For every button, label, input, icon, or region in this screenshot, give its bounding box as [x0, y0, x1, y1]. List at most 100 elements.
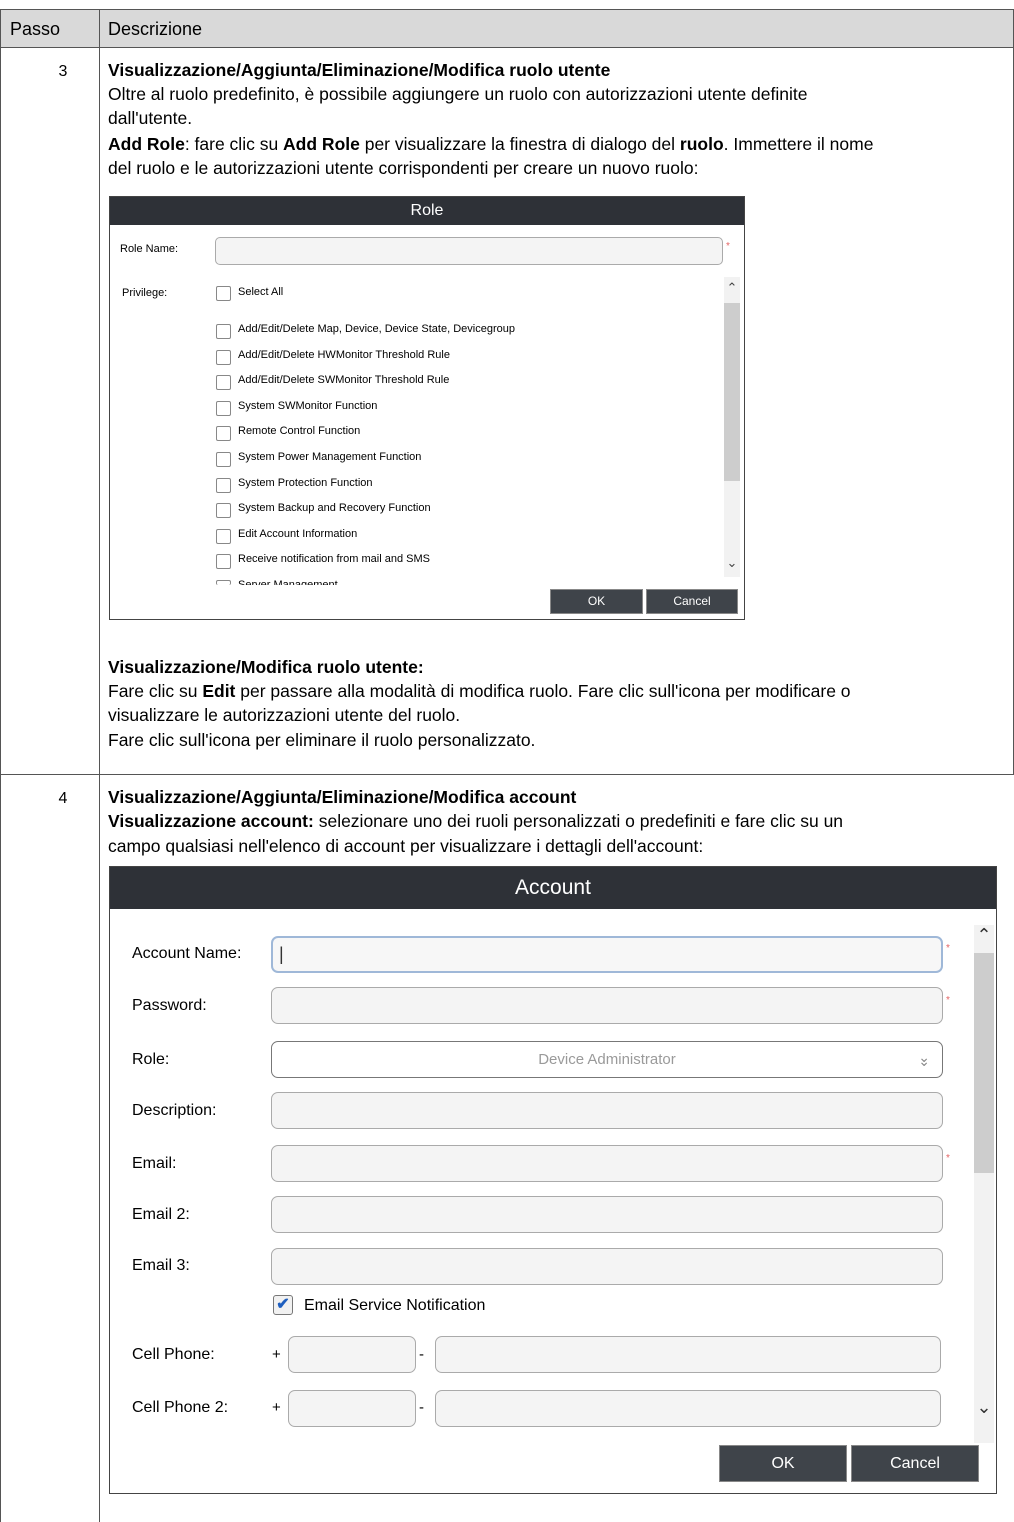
role-label: Role: [132, 1051, 170, 1068]
email2-label: Email 2: [132, 1206, 190, 1223]
view-account-term: Visualizzazione account: [108, 811, 314, 831]
edit-term: Edit [202, 681, 236, 701]
privilege-label: Add/Edit/Delete Map, Device, Device Stat… [238, 323, 515, 335]
add-role-term: Add Role [108, 134, 185, 154]
row3-line1: Oltre al ruolo predefinito, è possibile … [108, 84, 808, 104]
view-line1: Fare clic su Edit per passare alla modal… [108, 680, 851, 703]
cell-phone-dash: - [419, 1346, 424, 1363]
view-line3: Fare clic sull'icona per eliminare il ru… [108, 730, 536, 750]
cell-phone2-label: Cell Phone 2: [132, 1399, 229, 1416]
view-line1-c: per passare alla modalità di modifica ru… [235, 681, 851, 701]
email2-input[interactable] [271, 1196, 943, 1233]
privilege-label: Privilege: [122, 287, 168, 299]
privilege-checkbox[interactable] [216, 554, 231, 569]
column-divider [99, 9, 100, 1522]
add-role-text3: per visualizzare la finestra di dialogo … [359, 134, 680, 154]
privilege-checkbox[interactable] [216, 350, 231, 365]
text-cursor: | [279, 944, 284, 964]
cell-phone-label: Cell Phone: [132, 1346, 215, 1363]
view-line1-a: Fare clic su [108, 681, 203, 701]
step-number-4: 4 [58, 790, 68, 807]
header-step: Passo [10, 19, 61, 39]
privilege-label: Remote Control Function [238, 425, 361, 437]
role-select[interactable]: Device Administrator ⌄ ⌄ [271, 1041, 943, 1078]
role-ok-button[interactable]: OK [550, 589, 643, 614]
account-name-required-mark: * [946, 943, 950, 954]
role-dialog-title: Role [110, 197, 744, 225]
privilege-checkbox[interactable] [216, 375, 231, 390]
account-name-label: Account Name: [132, 945, 242, 962]
role-name-input[interactable] [215, 237, 723, 265]
account-ok-button[interactable]: OK [719, 1445, 847, 1482]
privilege-label: Receive notification from mail and SMS [238, 553, 430, 565]
row3-line2: dall'utente. [108, 108, 193, 128]
email3-label: Email 3: [132, 1257, 190, 1274]
email-required-mark: * [946, 1153, 950, 1164]
select-all-label: Select All [238, 286, 284, 298]
role-dialog: Role Role Name: * Privilege: Select All … [109, 196, 745, 620]
email-service-notification-label: Email Service Notification [304, 1297, 486, 1314]
password-required-mark: * [946, 995, 950, 1006]
email-label: Email: [132, 1155, 177, 1172]
cell-phone2-dash: - [419, 1399, 424, 1416]
privilege-label: Edit Account Information [238, 528, 358, 540]
view-edit-title: Visualizzazione/Modifica ruolo utente: [108, 657, 424, 677]
role-scrollbar[interactable] [724, 277, 740, 577]
description-input[interactable] [271, 1092, 943, 1129]
role-scrollbar-thumb[interactable] [724, 303, 740, 481]
table-border-left-body [0, 46, 1, 1522]
privilege-checkbox[interactable] [216, 529, 231, 544]
privilege-checkbox[interactable] [216, 478, 231, 493]
cell-phone-number-input[interactable] [435, 1336, 941, 1373]
add-role-text2: Add Role [283, 134, 360, 154]
cell-phone-plus: + [272, 1346, 281, 1363]
role-name-label: Role Name: [120, 243, 179, 255]
scroll-down-icon[interactable]: ⌄ [724, 555, 740, 571]
view-line2: visualizzare le autorizzazioni utente de… [108, 705, 461, 725]
header-description: Descrizione [108, 19, 203, 39]
privilege-label: System Protection Function [238, 477, 373, 489]
table-border-left [0, 9, 1, 47]
select-all-checkbox[interactable] [216, 286, 231, 301]
double-chevron-down-icon-lower: ⌄ [918, 1053, 930, 1069]
account-scroll-up-icon[interactable]: ⌃ [974, 925, 994, 946]
row4-line1-text: selezionare uno dei ruoli personalizzati… [313, 811, 844, 831]
privilege-checkbox[interactable] [216, 503, 231, 518]
account-cancel-button[interactable]: Cancel [851, 1445, 979, 1482]
account-scrollbar[interactable] [974, 925, 994, 1443]
email-input[interactable] [271, 1145, 943, 1182]
description-label: Description: [132, 1102, 217, 1119]
email3-input[interactable] [271, 1248, 943, 1285]
password-input[interactable] [271, 987, 943, 1024]
row4-line2: campo qualsiasi nell'elenco di account p… [108, 836, 704, 856]
cell-phone2-country-code-input[interactable] [288, 1390, 416, 1427]
account-dialog-title: Account [110, 867, 996, 909]
cell-phone2-number-input[interactable] [435, 1390, 941, 1427]
privilege-label: Server Management [238, 579, 338, 585]
account-name-input[interactable]: | [271, 936, 943, 973]
email-service-notification-checkbox[interactable]: ✔ [273, 1295, 293, 1315]
row4-line1: Visualizzazione account: selezionare uno… [108, 810, 843, 833]
cell-phone-country-code-input[interactable] [288, 1336, 416, 1373]
step-number-3: 3 [58, 63, 68, 80]
privilege-checkbox[interactable] [216, 580, 231, 585]
row3-add-role-line: Add Role: fare clic su Add Role per visu… [108, 133, 873, 156]
add-role-text4: ruolo [679, 134, 724, 154]
privilege-label: System Power Management Function [238, 451, 422, 463]
account-dialog: Account Account Name: | * Password: * Ro… [109, 866, 997, 1494]
account-scroll-down-icon[interactable]: ⌄ [974, 1397, 994, 1418]
scroll-up-icon[interactable]: ⌃ [724, 280, 740, 296]
privilege-checkbox[interactable] [216, 401, 231, 416]
privilege-checkbox[interactable] [216, 324, 231, 339]
cell-phone2-plus: + [272, 1399, 281, 1416]
add-role-text5: . Immettere il nome [723, 134, 874, 154]
account-scrollbar-thumb[interactable] [974, 953, 994, 1173]
row4-title: Visualizzazione/Aggiunta/Eliminazione/Mo… [108, 787, 577, 807]
role-cancel-button[interactable]: Cancel [646, 589, 738, 614]
privilege-checkbox[interactable] [216, 426, 231, 441]
privilege-label: Add/Edit/Delete SWMonitor Threshold Rule [238, 374, 450, 386]
privilege-label: Add/Edit/Delete HWMonitor Threshold Rule [238, 349, 450, 361]
privilege-label: System Backup and Recovery Function [238, 502, 431, 514]
procedure-table: Passo Descrizione 3 Visualizzazione/Aggi… [0, 0, 1014, 1522]
privilege-checkbox[interactable] [216, 452, 231, 467]
